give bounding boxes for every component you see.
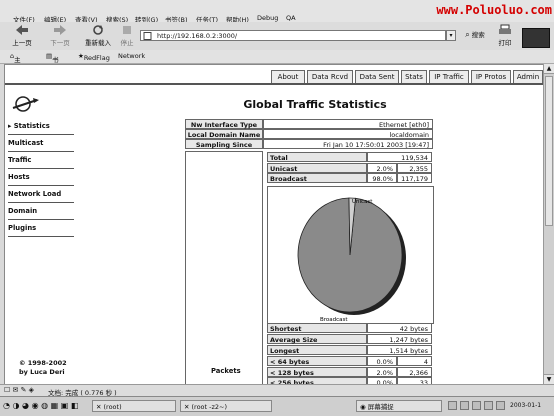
tab-ip-protos[interactable]: IP Protos	[471, 70, 511, 83]
traffic-pie-chart: Unicast Broadcast	[267, 186, 434, 324]
search-button[interactable]: ⌕ 搜索	[458, 29, 492, 40]
url-input[interactable]: http://192.168.0.2:3000/	[140, 30, 446, 41]
page-icon	[143, 32, 152, 40]
pie-label-unicast: Unicast	[352, 199, 373, 205]
size-pct: 0.0%	[367, 356, 397, 366]
size-pct: 2.0%	[367, 367, 397, 377]
back-arrow-icon	[16, 25, 28, 35]
size-label: Average Size	[267, 334, 367, 344]
tab-divider	[5, 83, 543, 85]
reload-icon	[93, 25, 103, 35]
tab-data-sent[interactable]: Data Sent	[355, 70, 399, 83]
sidebar-item-multicast[interactable]: Multicast	[8, 136, 74, 152]
forward-button[interactable]: 下一页	[48, 24, 72, 47]
tray-icon[interactable]	[496, 401, 505, 410]
tray-icon[interactable]	[448, 401, 457, 410]
print-button[interactable]: 打印	[494, 24, 516, 47]
tab-data-rcvd[interactable]: Data Rcvd	[307, 70, 353, 83]
throbber-logo	[522, 28, 550, 48]
menu-qa[interactable]: QA	[286, 14, 296, 22]
tray-icon[interactable]	[484, 401, 493, 410]
traffic-value: 2,355	[397, 163, 432, 173]
sidebar-item-statistics[interactable]: ▸ Statistics	[8, 119, 74, 135]
copyright-footer: © 1998-2002 by Luca Deri	[19, 359, 67, 377]
info-label: Sampling Since	[185, 139, 263, 149]
tab-ip-traffic[interactable]: IP Traffic	[429, 70, 469, 83]
navigation-toolbar: 上一页 下一页 重新载入 停止 http://192.168.0.2:3000/…	[0, 22, 554, 51]
traffic-pct: 2.0%	[367, 163, 397, 173]
sidebar-item-traffic[interactable]: Traffic	[8, 153, 74, 169]
vertical-scrollbar[interactable]: ▲ ▼	[543, 64, 554, 384]
page-title: Global Traffic Statistics	[243, 98, 387, 111]
stop-icon	[123, 26, 131, 34]
traffic-pct: 98.0%	[367, 173, 397, 183]
menu-debug[interactable]: Debug	[257, 14, 278, 22]
copyright-line: © 1998-2002	[19, 359, 67, 367]
sidebar-item-hosts[interactable]: Hosts	[8, 170, 74, 186]
reload-button[interactable]: 重新载入	[84, 24, 112, 47]
traffic-value: 117,179	[397, 173, 432, 183]
packets-label: Packets	[211, 367, 241, 375]
quicklaunch-icons[interactable]: ◔ ◑ ◕ ◉ ◍ ▦ ▣ ◧	[3, 401, 78, 410]
traffic-label: Unicast	[267, 163, 367, 173]
traffic-label: Broadcast	[267, 173, 367, 183]
size-label: Shortest	[267, 323, 367, 333]
size-value: 42 bytes	[367, 323, 432, 333]
sidebar-item-network-load[interactable]: Network Load	[8, 187, 74, 203]
status-icons: ☐ ✉ ✎ ◈	[4, 386, 35, 394]
size-value: 2,366	[397, 367, 432, 377]
info-value: Ethernet [eth0]	[263, 119, 433, 129]
sidebar-item-plugins[interactable]: Plugins	[8, 221, 74, 237]
scroll-up-arrow-icon[interactable]: ▲	[544, 64, 554, 74]
task-terminal-z2[interactable]: ✕ (root -z2~)	[180, 400, 272, 412]
traffic-label: Total	[267, 152, 367, 162]
taskbar: ◔ ◑ ◕ ◉ ◍ ▦ ▣ ◧ ✕ (root) ✕ (root -z2~) ◉…	[0, 396, 554, 416]
tray-icon[interactable]	[460, 401, 469, 410]
traffic-value: 119,534	[367, 152, 432, 162]
page-content: About Data Rcvd Data Sent Stats IP Traff…	[4, 64, 544, 386]
size-value: 1,247 bytes	[367, 334, 432, 344]
task-terminal-root[interactable]: ✕ (root)	[92, 400, 176, 412]
size-value: 4	[397, 356, 432, 366]
info-value: Fri Jan 10 17:50:01 2003 [19:47]	[263, 139, 433, 149]
sidebar-item-domain[interactable]: Domain	[8, 204, 74, 220]
menu-bar: 文件(F) 编辑(E) 查看(V) 搜索(S) 转到(G) 书签(B) 任务(T…	[0, 0, 554, 24]
watermark-text: www.Poluoluo.com	[436, 3, 552, 17]
scroll-down-arrow-icon[interactable]: ▼	[544, 374, 554, 384]
info-value: localdomain	[263, 129, 433, 139]
tab-admin[interactable]: Admin	[513, 70, 543, 83]
pie-svg: Unicast Broadcast	[297, 197, 406, 323]
ntop-logo-icon	[12, 96, 39, 112]
tray-icon[interactable]	[472, 401, 481, 410]
size-label: < 128 bytes	[267, 367, 367, 377]
bookmarks-menu[interactable]: ▤ 书签	[46, 52, 59, 74]
size-label: Longest	[267, 345, 367, 355]
packets-label-column	[185, 151, 263, 385]
bookmarks-bar: ⌂ 主页 ▤ 书签 ★ RedFlag Network	[0, 50, 554, 74]
author-line: by Luca Deri	[19, 368, 65, 376]
home-bookmark[interactable]: ⌂ 主页	[10, 52, 21, 74]
back-button[interactable]: 上一页	[10, 24, 34, 47]
network-bookmark[interactable]: Network	[118, 52, 145, 60]
redflag-bookmark[interactable]: ★ RedFlag	[78, 52, 110, 62]
tab-stats[interactable]: Stats	[401, 70, 427, 83]
clock: 2003-01-1	[510, 402, 542, 409]
size-label: < 64 bytes	[267, 356, 367, 366]
info-label: Nw Interface Type	[185, 119, 263, 129]
tab-about[interactable]: About	[271, 70, 305, 83]
stop-button[interactable]: 停止	[118, 24, 136, 47]
task-screen-capture[interactable]: ◉ 屏幕捕捉	[356, 400, 442, 412]
info-label: Local Domain Name	[185, 129, 263, 139]
search-icon: ⌕	[465, 30, 470, 39]
size-value: 1,514 bytes	[367, 345, 432, 355]
forward-arrow-icon	[54, 25, 66, 35]
scroll-thumb[interactable]	[545, 76, 553, 226]
url-dropdown-button[interactable]: ▾	[446, 30, 456, 41]
printer-icon	[499, 24, 511, 34]
